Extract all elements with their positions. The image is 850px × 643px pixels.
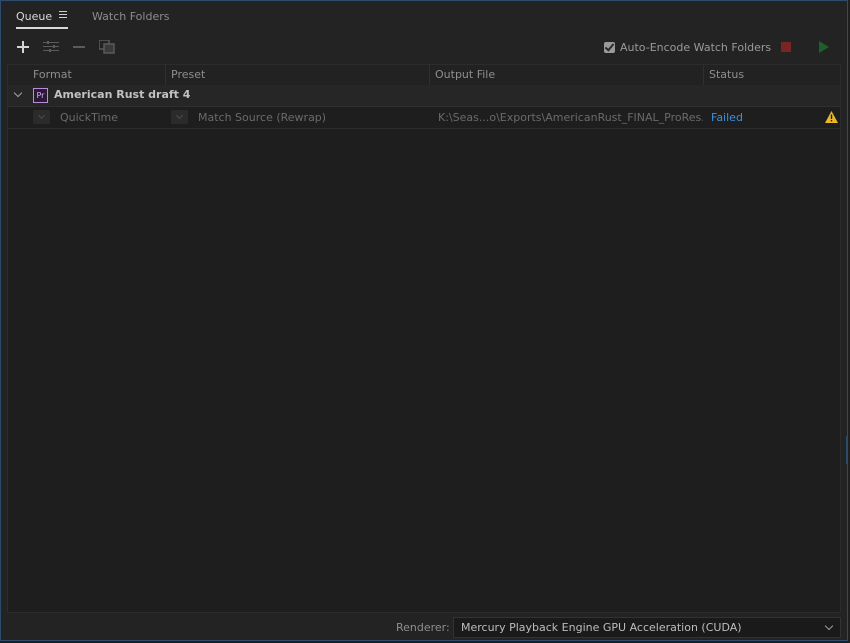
tab-queue-label: Queue	[16, 10, 53, 23]
chevron-down-icon[interactable]	[13, 88, 23, 98]
column-divider	[429, 65, 430, 85]
tab-bar: Queue Watch Folders	[1, 1, 847, 33]
sliders-icon	[43, 41, 59, 52]
tab-watch-folders-label: Watch Folders	[92, 10, 170, 23]
preset-dropdown-arrow[interactable]	[171, 110, 188, 124]
duplicate-icon	[99, 40, 115, 54]
format-dropdown-arrow[interactable]	[33, 110, 50, 124]
add-source-button[interactable]	[13, 38, 33, 56]
output-file-path[interactable]: K:\Seas...o\Exports\AmericanRust_FINAL_P…	[438, 111, 703, 124]
table-header: Format Preset Output File Status	[8, 65, 840, 86]
column-divider	[703, 65, 704, 85]
auto-encode-label: Auto-Encode Watch Folders	[620, 40, 772, 54]
preset-value[interactable]: Match Source (Rewrap)	[198, 111, 326, 124]
status-failed-link[interactable]: Failed	[711, 111, 743, 124]
queue-toolbar: Auto-Encode Watch Folders	[1, 34, 847, 62]
chevron-down-icon	[824, 621, 834, 631]
warning-icon[interactable]	[825, 111, 838, 123]
encoding-settings-button[interactable]	[41, 38, 61, 56]
minus-icon	[73, 46, 85, 48]
queue-panel: Queue Watch Folders Auto-Encode Watch Fo…	[0, 0, 848, 641]
source-group-row[interactable]: Pr American Rust draft 4	[8, 85, 840, 107]
source-name: American Rust draft 4	[54, 88, 191, 101]
column-header-output-file[interactable]: Output File	[435, 68, 495, 82]
duplicate-button[interactable]	[97, 38, 117, 56]
premiere-pro-icon: Pr	[33, 88, 48, 103]
tab-watch-folders[interactable]: Watch Folders	[92, 9, 169, 27]
stop-queue-button[interactable]	[781, 42, 791, 52]
auto-encode-toggle[interactable]: Auto-Encode Watch Folders	[604, 38, 771, 56]
column-header-preset[interactable]: Preset	[171, 68, 205, 82]
auto-encode-checkbox[interactable]	[604, 41, 615, 53]
window-edge-marker	[846, 436, 848, 464]
renderer-bar: Renderer: Mercury Playback Engine GPU Ac…	[1, 615, 847, 641]
column-divider	[165, 65, 166, 85]
column-header-status[interactable]: Status	[709, 68, 744, 82]
table-row[interactable]: QuickTime Match Source (Rewrap) K:\Seas.…	[8, 107, 840, 129]
remove-button[interactable]	[69, 38, 89, 56]
format-value[interactable]: QuickTime	[60, 111, 118, 124]
panel-menu-icon[interactable]	[59, 11, 67, 21]
start-queue-button[interactable]	[819, 41, 829, 53]
tab-queue[interactable]: Queue	[16, 9, 68, 29]
queue-table: Format Preset Output File Status Pr Amer…	[7, 64, 841, 613]
plus-icon	[17, 41, 29, 53]
column-header-format[interactable]: Format	[33, 68, 72, 82]
renderer-label: Renderer:	[396, 621, 450, 634]
renderer-dropdown[interactable]: Mercury Playback Engine GPU Acceleration…	[453, 617, 841, 638]
renderer-value: Mercury Playback Engine GPU Acceleration…	[461, 621, 742, 634]
